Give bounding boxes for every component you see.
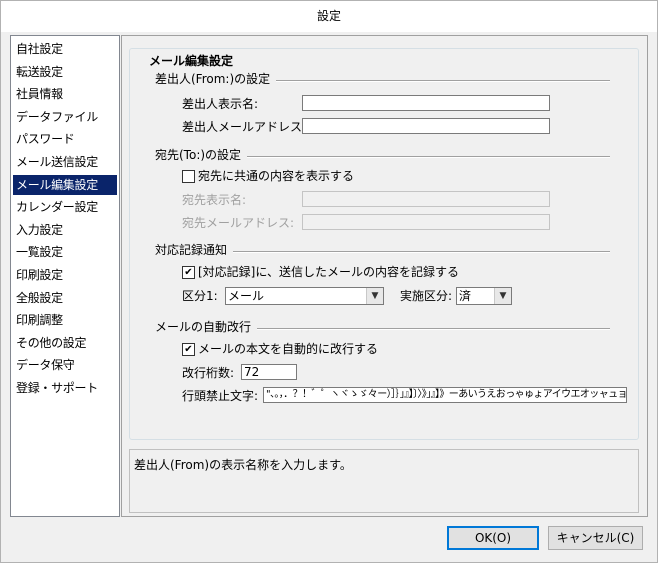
nav-item[interactable]: 社員情報 [13, 84, 117, 104]
settings-category-list[interactable]: 自社設定転送設定 社員情報データファイル パスワードメール送信設定 メール編集設定 カレ… [10, 35, 120, 517]
nav-item[interactable]: 転送設定 [13, 62, 117, 82]
nav-item[interactable]: カレンダー設定 [13, 197, 117, 217]
ok-button[interactable]: OK(O) [447, 526, 539, 550]
check-icon: ✔ [184, 267, 193, 278]
nav-item[interactable]: データ保守 [13, 355, 117, 375]
jisshi-label: 実施区分: [400, 289, 453, 303]
from-address-label: 差出人メールアドレス: [182, 120, 307, 134]
wrap-columns-input[interactable]: 72 [241, 364, 297, 380]
nav-item[interactable]: 印刷設定 [13, 265, 117, 285]
from-section-title: 差出人(From:)の設定 [155, 71, 277, 87]
to-address-label: 宛先メールアドレス: [182, 216, 295, 230]
from-name-label: 差出人表示名: [182, 97, 259, 111]
nav-item[interactable]: 全般設定 [13, 288, 117, 308]
record-checkbox[interactable]: ✔ [182, 266, 195, 279]
wrap-checkbox[interactable]: ✔ [182, 343, 195, 356]
dialog-client: 自社設定 転送設定 社員情報 データファイル パスワード メール送信設定 メール編集設定 カレ… [8, 32, 650, 555]
nav-item[interactable]: パスワード [13, 129, 117, 149]
wrap-columns-label: 改行桁数: [182, 366, 235, 380]
nav-item[interactable]: 印刷調整 [13, 310, 117, 330]
check-icon: ✔ [184, 344, 193, 355]
from-address-input[interactable] [302, 118, 550, 134]
nav-item[interactable]: メール送信設定 [13, 152, 117, 172]
nav-item[interactable]: その他の設定 [13, 333, 117, 353]
cancel-button[interactable]: キャンセル(C) [548, 526, 643, 550]
kubun1-value: メール [228, 289, 265, 303]
record-checkbox-label: [対応記録]に、送信したメールの内容を記録する [198, 265, 460, 279]
chevron-down-icon[interactable]: ▼ [366, 288, 383, 304]
mail-edit-groupbox: メール編集設定 差出人(From:)の設定 差出人表示名: 差出人メールアドレス… [129, 48, 639, 440]
nav-item[interactable]: メール編集設定 [13, 174, 117, 195]
help-box: 差出人(From)の表示名称を入力します。 [129, 449, 639, 513]
to-common-checkbox[interactable] [182, 170, 195, 183]
kinsoku-label: 行頭禁止文字: [182, 389, 259, 403]
nav-item[interactable]: 自社設定 [13, 39, 117, 59]
wrap-checkbox-label: メールの本文を自動的に改行する [198, 342, 379, 356]
chevron-down-icon[interactable]: ▼ [494, 288, 511, 304]
kubun1-select[interactable]: メール ▼ [225, 287, 384, 305]
record-section-title: 対応記録通知 [155, 242, 234, 258]
nav-item[interactable]: 登録・サポート [13, 378, 117, 398]
to-address-input[interactable] [302, 214, 550, 230]
settings-panel: メール編集設定 差出人(From:)の設定 差出人表示名: 差出人メールアドレス… [121, 35, 648, 517]
from-name-input[interactable] [302, 95, 550, 111]
group-title: メール編集設定 [146, 52, 237, 69]
to-name-label: 宛先表示名: [182, 193, 247, 207]
nav-item[interactable]: 一覧設定 [13, 242, 117, 262]
kinsoku-input[interactable]: "、。，．？！゛゜ヽヾゝゞ々ー）］｝」』】〕〉》」』】》ーあいうえおっゃゅょアイ… [263, 387, 627, 403]
nav-item[interactable]: データファイル [13, 107, 117, 127]
window-title: 設定 [1, 1, 657, 32]
wrap-section-title: メールの自動改行 [155, 319, 258, 335]
to-common-checkbox-label: 宛先に共通の内容を表示する [198, 169, 355, 183]
jisshi-select[interactable]: 済 ▼ [456, 287, 512, 305]
jisshi-value: 済 [459, 289, 472, 303]
to-name-input[interactable] [302, 191, 550, 207]
to-section-title: 宛先(To:)の設定 [155, 147, 248, 163]
nav-item[interactable]: 入力設定 [13, 220, 117, 240]
help-text: 差出人(From)の表示名称を入力します。 [134, 458, 352, 472]
settings-window: 設定 自社設定 転送設定 社員情報 データファイル パスワード メール送信設定 メール編集設… [0, 0, 658, 563]
kubun1-label: 区分1: [182, 289, 218, 303]
